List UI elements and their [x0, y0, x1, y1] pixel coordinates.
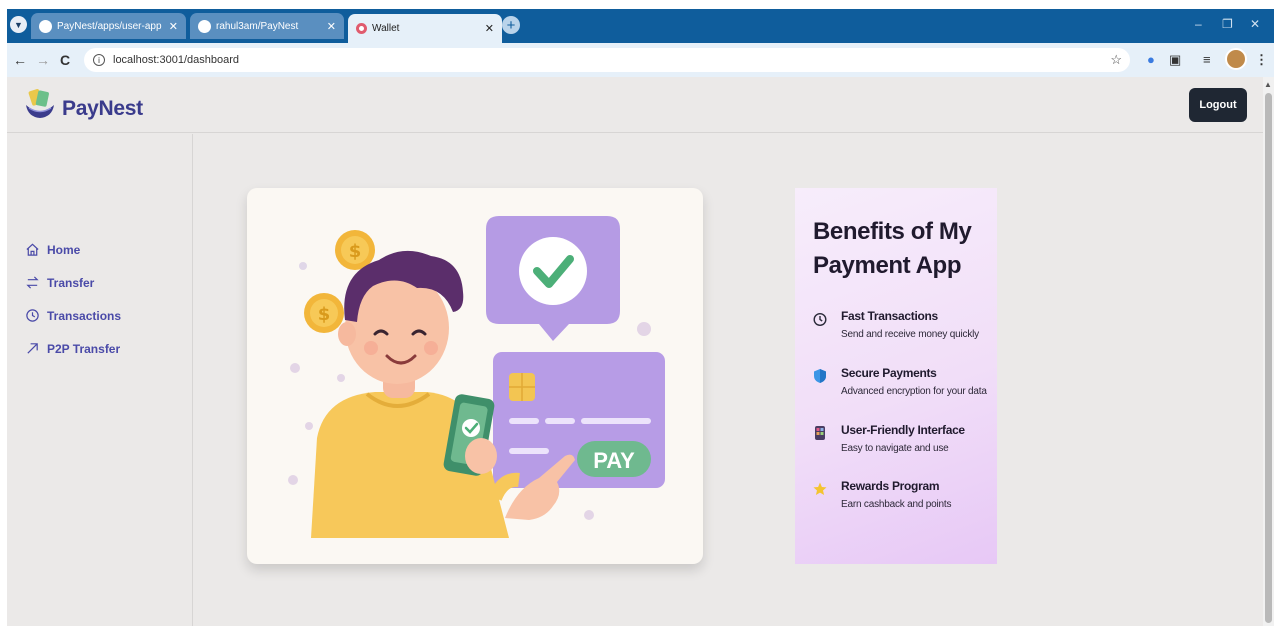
reading-list-icon[interactable]: ≡ [1203, 52, 1211, 67]
close-icon[interactable]: ✕ [327, 20, 336, 33]
page: PayNest Logout Home Transfer Transaction… [7, 77, 1263, 626]
bookmark-star-icon[interactable]: ☆ [1110, 52, 1122, 68]
tab-wallet[interactable]: Wallet ✕ [348, 14, 502, 43]
benefits-title: Benefits of My Payment App [813, 218, 972, 279]
payment-illustration: $ $ PAY [288, 216, 665, 538]
sidebar-item-transactions[interactable]: Transactions [25, 308, 121, 323]
github-icon [198, 19, 211, 33]
tab-github-user-app[interactable]: PayNest/apps/user-app at mai ✕ [31, 13, 186, 39]
star-icon [813, 482, 827, 495]
tab-strip: ▼ PayNest/apps/user-app at mai ✕ rahul3a… [7, 9, 1274, 43]
brand-name: PayNest [62, 97, 143, 120]
sidebar-item-home[interactable]: Home [25, 242, 80, 257]
extensions-puzzle-icon[interactable]: ▣ [1169, 52, 1181, 68]
check-circle-icon [519, 237, 587, 305]
browser-window: ▼ PayNest/apps/user-app at mai ✕ rahul3a… [7, 9, 1274, 626]
window-close-icon[interactable]: ✕ [1250, 17, 1260, 31]
shield-icon [814, 369, 826, 383]
sidebar: Home Transfer Transactions P2P Transfer [7, 134, 193, 626]
wallet-favicon-icon [356, 23, 367, 34]
transfer-icon [26, 276, 39, 289]
browser-menu-icon[interactable]: ⋮ [1255, 52, 1268, 68]
reload-icon[interactable]: C [60, 52, 70, 68]
pay-label: PAY [593, 448, 635, 473]
arrow-up-right-icon [27, 343, 38, 354]
credit-card-illustration: PAY [493, 352, 665, 488]
clock-icon [813, 312, 827, 327]
extension-icon[interactable]: ● [1147, 52, 1155, 67]
phone-icon [815, 426, 825, 440]
new-tab-button[interactable]: + [502, 16, 520, 34]
svg-text:$: $ [318, 304, 331, 325]
back-icon[interactable]: ← [13, 52, 27, 68]
site-info-icon[interactable]: i [93, 54, 105, 66]
svg-text:$: $ [349, 241, 362, 262]
close-icon[interactable]: ✕ [485, 22, 494, 35]
restore-icon[interactable]: ❐ [1222, 17, 1233, 31]
url-input[interactable]: i localhost:3001/dashboard ☆ [84, 48, 1130, 72]
github-icon [39, 19, 52, 33]
benefits-card: Benefits of My Payment App Fast Transact… [795, 188, 997, 564]
minimize-icon[interactable]: – [1195, 17, 1202, 31]
sidebar-item-p2p-transfer[interactable]: P2P Transfer [25, 341, 120, 356]
home-icon [26, 243, 39, 256]
close-icon[interactable]: ✕ [169, 20, 178, 33]
tab-github-paynest[interactable]: rahul3am/PayNest ✕ [190, 13, 344, 39]
forward-icon[interactable]: → [36, 52, 50, 68]
address-bar: ← → C i localhost:3001/dashboard ☆ ● ▣ ≡… [7, 43, 1274, 77]
scroll-up-icon[interactable]: ▲ [1264, 80, 1272, 89]
app-header: PayNest Logout [7, 77, 1263, 133]
paynest-logo-icon [26, 89, 54, 118]
coin-icon: $ [304, 293, 344, 333]
hero-illustration-card: $ $ PAY [247, 188, 703, 564]
sidebar-item-transfer[interactable]: Transfer [25, 275, 94, 290]
clock-icon [26, 309, 39, 322]
scrollbar-thumb[interactable] [1265, 93, 1272, 623]
logout-button[interactable]: Logout [1189, 88, 1247, 122]
tab-search-icon[interactable]: ▼ [10, 16, 27, 33]
profile-avatar[interactable] [1225, 48, 1247, 70]
